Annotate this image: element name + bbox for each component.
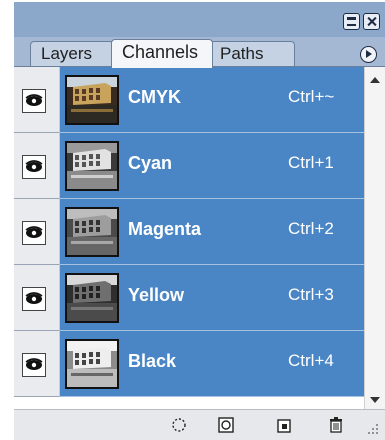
channel-row-magenta[interactable]: Magenta Ctrl+2 [14,199,364,265]
channel-shortcut: Ctrl+1 [288,153,334,172]
channel-selection[interactable]: Magenta Ctrl+2 [60,199,364,265]
visibility-cell[interactable] [14,331,60,397]
close-icon[interactable] [363,13,380,30]
channel-row-yellow[interactable]: Yellow Ctrl+3 [14,265,364,331]
new-channel-icon[interactable] [275,416,293,434]
load-selection-icon[interactable] [170,416,188,434]
channel-list: CMYK Ctrl+~ Cyan Ctrl+1 Magenta Ctrl+2 Y… [14,67,364,397]
trash-icon[interactable] [327,416,345,434]
channel-row-cyan[interactable]: Cyan Ctrl+1 [14,133,364,199]
channel-shortcut: Ctrl+3 [288,285,334,304]
channel-name: Yellow [128,285,185,305]
visibility-cell[interactable] [14,265,60,331]
channel-selection[interactable]: Black Ctrl+4 [60,331,364,397]
channel-row-cmyk[interactable]: CMYK Ctrl+~ [14,67,364,133]
panel-bottom-bar [14,409,385,440]
channel-thumbnail [65,339,119,389]
channel-thumbnail [65,207,119,257]
channel-selection[interactable]: CMYK Ctrl+~ [60,67,364,133]
channel-thumbnail [65,273,119,323]
channel-name: Black [128,351,177,371]
scrollbar[interactable] [364,67,385,409]
channel-shortcut: Ctrl+4 [288,351,334,370]
tab-layers[interactable]: Layers [30,41,114,67]
visibility-cell[interactable] [14,133,60,199]
save-selection-icon[interactable] [217,416,235,434]
eye-icon[interactable] [22,89,46,113]
tab-channels[interactable]: Channels [111,39,213,68]
eye-icon[interactable] [22,353,46,377]
channel-thumbnail [65,141,119,191]
channels-panel: Layers Paths Channels CMYK Ctrl+~ Cyan C… [14,2,385,440]
panel-tabs: Layers Paths Channels [14,37,385,68]
resize-grip-icon[interactable] [364,420,380,436]
channel-name: Cyan [128,153,173,173]
panel-titlebar [14,2,385,37]
channel-selection[interactable]: Yellow Ctrl+3 [60,265,364,331]
channel-thumbnail [65,75,119,125]
minimize-icon[interactable] [343,13,360,30]
channel-name: CMYK [128,87,181,107]
eye-icon[interactable] [22,221,46,245]
eye-icon[interactable] [22,155,46,179]
scroll-up-icon[interactable] [370,77,380,83]
channel-row-black[interactable]: Black Ctrl+4 [14,331,364,397]
eye-icon[interactable] [22,287,46,311]
channel-selection[interactable]: Cyan Ctrl+1 [60,133,364,199]
channel-shortcut: Ctrl+~ [288,87,335,106]
visibility-cell[interactable] [14,67,60,133]
tab-paths[interactable]: Paths [209,41,295,67]
visibility-cell[interactable] [14,199,60,265]
channel-name: Magenta [128,219,202,239]
panel-menu-icon[interactable] [360,46,377,63]
scroll-down-icon[interactable] [370,397,380,403]
list-empty-area [14,397,364,409]
channel-shortcut: Ctrl+2 [288,219,334,238]
